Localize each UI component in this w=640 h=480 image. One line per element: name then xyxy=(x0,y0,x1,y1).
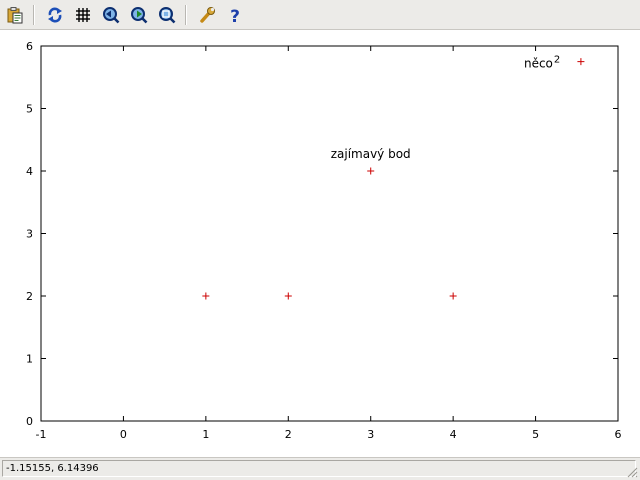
data-point xyxy=(449,292,457,300)
help-icon[interactable]: ? xyxy=(224,4,246,26)
x-tick-label: -1 xyxy=(36,428,47,441)
unzoom-icon[interactable] xyxy=(156,4,178,26)
x-tick-label: 1 xyxy=(202,428,209,441)
options-icon[interactable] xyxy=(196,4,218,26)
scatter-chart: -1 0 1 2 3 4 5 60123456 zajímavý bodněco 2 xyxy=(26,40,622,441)
resize-grip-icon[interactable] xyxy=(626,466,638,478)
x-tick-label: 2 xyxy=(285,428,292,441)
x-tick-label: 3 xyxy=(367,428,374,441)
replot-icon[interactable] xyxy=(44,4,66,26)
toolbar-separator xyxy=(33,5,35,25)
x-tick-label: 5 xyxy=(532,428,539,441)
cursor-coordinates: -1.15155, 6.14396 xyxy=(2,460,636,477)
toolbar-separator xyxy=(185,5,187,25)
y-tick-label: 1 xyxy=(26,353,33,366)
y-tick-label: 0 xyxy=(26,415,33,428)
x-tick-label: 0 xyxy=(120,428,127,441)
annotation-label: něco xyxy=(524,57,553,71)
statusbar: -1.15155, 6.14396 xyxy=(0,457,640,480)
toolbar: ? xyxy=(0,0,640,30)
y-tick-label: 4 xyxy=(26,165,33,178)
plot-area[interactable]: -1 0 1 2 3 4 5 6 0 1 2 3 4 5 6 zajímavý bod něco 2 xyxy=(0,31,640,456)
x-tick-label: 4 xyxy=(450,428,457,441)
svg-text:?: ? xyxy=(230,7,240,24)
zoom-previous-icon[interactable] xyxy=(100,4,122,26)
zoom-next-icon[interactable] xyxy=(128,4,150,26)
copy-to-clipboard-icon[interactable] xyxy=(4,4,26,26)
y-tick-label: 3 xyxy=(26,228,33,241)
annotation-label: zajímavý bod xyxy=(331,147,411,161)
annotation-superscript: 2 xyxy=(554,55,560,66)
y-tick-label: 5 xyxy=(26,103,33,116)
data-point xyxy=(284,292,292,300)
data-point xyxy=(577,58,585,66)
grid-icon[interactable] xyxy=(72,4,94,26)
data-point xyxy=(202,292,210,300)
plot-frame xyxy=(40,45,619,422)
y-tick-label: 6 xyxy=(26,40,33,53)
data-point xyxy=(367,167,375,175)
y-tick-label: 2 xyxy=(26,290,33,303)
x-tick-label: 6 xyxy=(615,428,622,441)
